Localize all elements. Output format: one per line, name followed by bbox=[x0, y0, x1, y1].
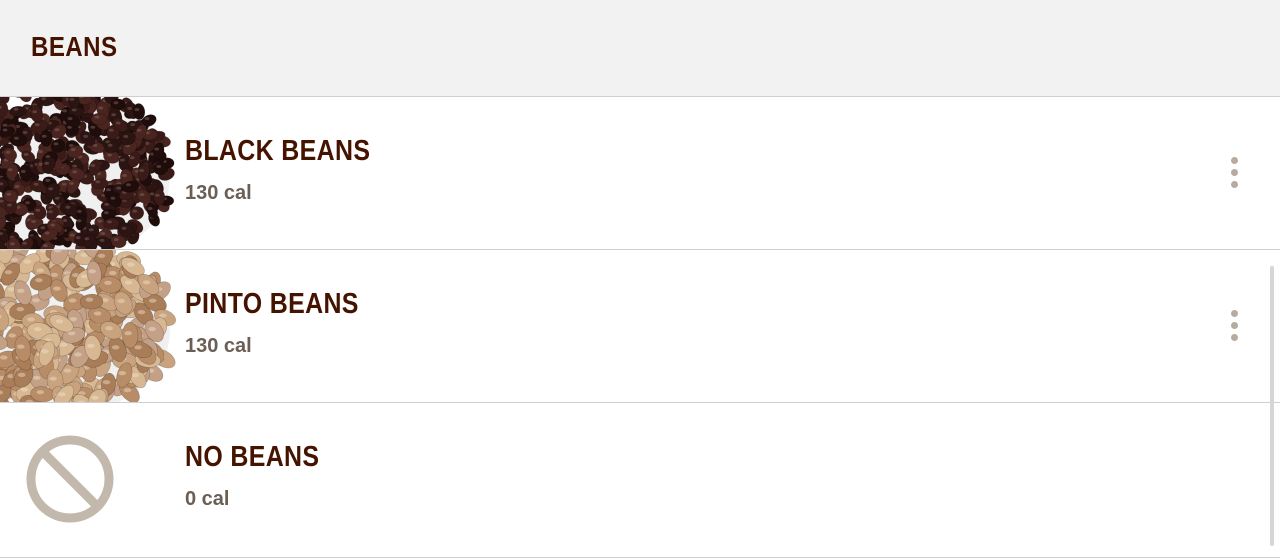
item-name: NO BEANS bbox=[185, 441, 320, 473]
item-name: PINTO BEANS bbox=[185, 288, 359, 320]
item-calories: 0 cal bbox=[185, 488, 230, 510]
more-options-icon[interactable] bbox=[1222, 153, 1248, 193]
beans-screen: BEANS BLACK BEANS 130 cal PINTO BEANS 13… bbox=[0, 0, 1280, 559]
item-calories: 130 cal bbox=[185, 335, 252, 357]
no-symbol-icon bbox=[0, 403, 180, 555]
section-title: BEANS bbox=[31, 31, 118, 62]
scrollbar[interactable] bbox=[1270, 266, 1274, 546]
list-item-black-beans[interactable]: BLACK BEANS 130 cal bbox=[0, 97, 1280, 250]
black-beans-image bbox=[0, 97, 180, 249]
pinto-beans-image bbox=[0, 250, 180, 402]
list-item-no-beans[interactable]: NO BEANS 0 cal bbox=[0, 403, 1280, 558]
section-header: BEANS bbox=[0, 0, 1280, 97]
beans-option-list: BLACK BEANS 130 cal PINTO BEANS 130 cal bbox=[0, 97, 1280, 558]
more-options-icon[interactable] bbox=[1222, 306, 1248, 346]
item-calories: 130 cal bbox=[185, 182, 252, 204]
list-item-pinto-beans[interactable]: PINTO BEANS 130 cal bbox=[0, 250, 1280, 403]
item-name: BLACK BEANS bbox=[185, 135, 371, 167]
